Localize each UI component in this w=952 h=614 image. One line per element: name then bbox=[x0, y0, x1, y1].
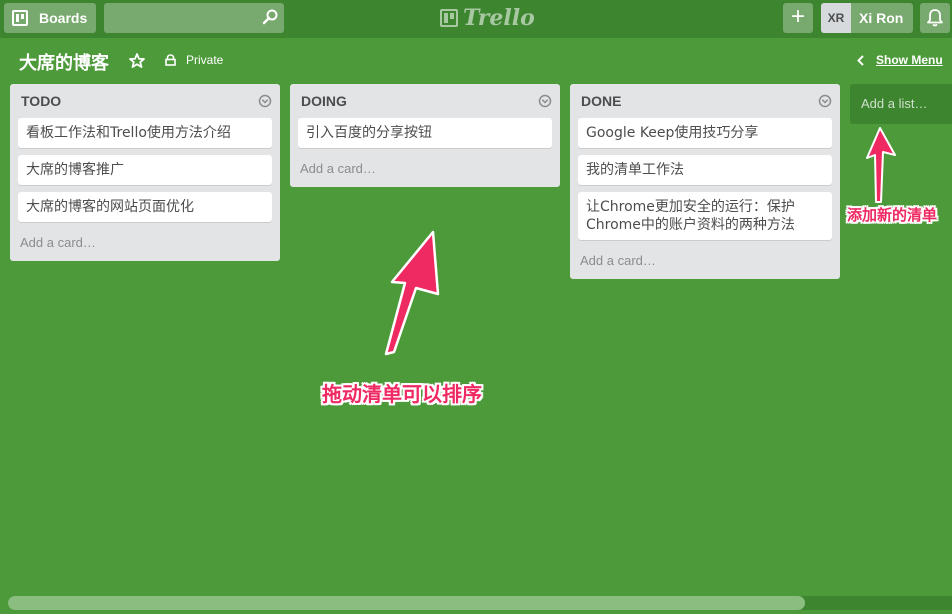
add-card-button[interactable]: Add a card… bbox=[298, 155, 552, 187]
list-header[interactable]: DOING bbox=[298, 84, 552, 118]
star-icon[interactable] bbox=[129, 53, 145, 68]
search-icon[interactable] bbox=[262, 9, 278, 25]
add-card-button[interactable]: Add a card… bbox=[578, 247, 832, 279]
list-doing[interactable]: DOING 引入百度的分享按钮 Add a card… bbox=[290, 84, 560, 187]
card[interactable]: 引入百度的分享按钮 bbox=[298, 118, 552, 148]
list-menu-icon[interactable] bbox=[538, 94, 552, 108]
add-list-button[interactable]: Add a list… bbox=[850, 84, 952, 124]
chevron-left-icon bbox=[857, 54, 864, 66]
trello-logo-icon bbox=[440, 9, 458, 27]
user-name: Xi Ron bbox=[859, 10, 904, 26]
card[interactable]: 大席的博客推广 bbox=[18, 155, 272, 185]
list-done[interactable]: DONE Google Keep使用技巧分享 我的清单工作法 让Chrome更加… bbox=[570, 84, 840, 279]
show-menu-link[interactable]: Show Menu bbox=[857, 53, 943, 67]
card[interactable]: 让Chrome更加安全的运行：保护Chrome中的账户资料的两种方法 bbox=[578, 192, 832, 240]
board-title[interactable]: 大席的博客 bbox=[19, 49, 109, 75]
card[interactable]: Google Keep使用技巧分享 bbox=[578, 118, 832, 148]
logo-text: Trello bbox=[463, 5, 535, 31]
plus-icon: + bbox=[790, 3, 805, 30]
notifications-button[interactable] bbox=[920, 3, 950, 33]
boards-icon bbox=[12, 10, 28, 26]
list-title[interactable]: DOING bbox=[301, 93, 347, 109]
list-menu-icon[interactable] bbox=[818, 94, 832, 108]
list-title[interactable]: DONE bbox=[581, 93, 621, 109]
list-header[interactable]: TODO bbox=[18, 84, 272, 118]
bell-icon bbox=[927, 9, 943, 27]
card[interactable]: 看板工作法和Trello使用方法介绍 bbox=[18, 118, 272, 148]
horizontal-scrollbar[interactable] bbox=[8, 596, 952, 610]
user-menu-button[interactable]: XR Xi Ron bbox=[821, 3, 913, 33]
add-card-button[interactable]: Add a card… bbox=[18, 229, 272, 261]
annotation-arrow-right bbox=[866, 127, 896, 203]
boards-button[interactable]: Boards bbox=[4, 3, 96, 33]
boards-label: Boards bbox=[39, 10, 88, 26]
list-header[interactable]: DONE bbox=[578, 84, 832, 118]
avatar: XR bbox=[821, 3, 851, 33]
scrollbar-thumb[interactable] bbox=[8, 596, 805, 610]
list-todo[interactable]: TODO 看板工作法和Trello使用方法介绍 大席的博客推广 大席的博客的网站… bbox=[10, 84, 280, 261]
annotation-arrow-center bbox=[384, 230, 440, 356]
top-header: Boards Trello + XR Xi Ron bbox=[0, 0, 952, 38]
list-menu-icon[interactable] bbox=[258, 94, 272, 108]
visibility-label: Private bbox=[186, 53, 224, 67]
annotation-add-list: 添加新的清单 bbox=[847, 206, 938, 224]
search-input[interactable] bbox=[104, 3, 284, 33]
lock-icon bbox=[165, 54, 176, 66]
visibility-button[interactable]: Private bbox=[165, 53, 223, 67]
card[interactable]: 我的清单工作法 bbox=[578, 155, 832, 185]
annotation-drag-lists: 拖动清单可以排序 bbox=[322, 382, 482, 406]
list-title[interactable]: TODO bbox=[21, 93, 61, 109]
add-button[interactable]: + bbox=[783, 3, 813, 33]
card[interactable]: 大席的博客的网站页面优化 bbox=[18, 192, 272, 222]
show-menu-label: Show Menu bbox=[876, 53, 943, 67]
trello-logo[interactable]: Trello bbox=[440, 5, 535, 31]
